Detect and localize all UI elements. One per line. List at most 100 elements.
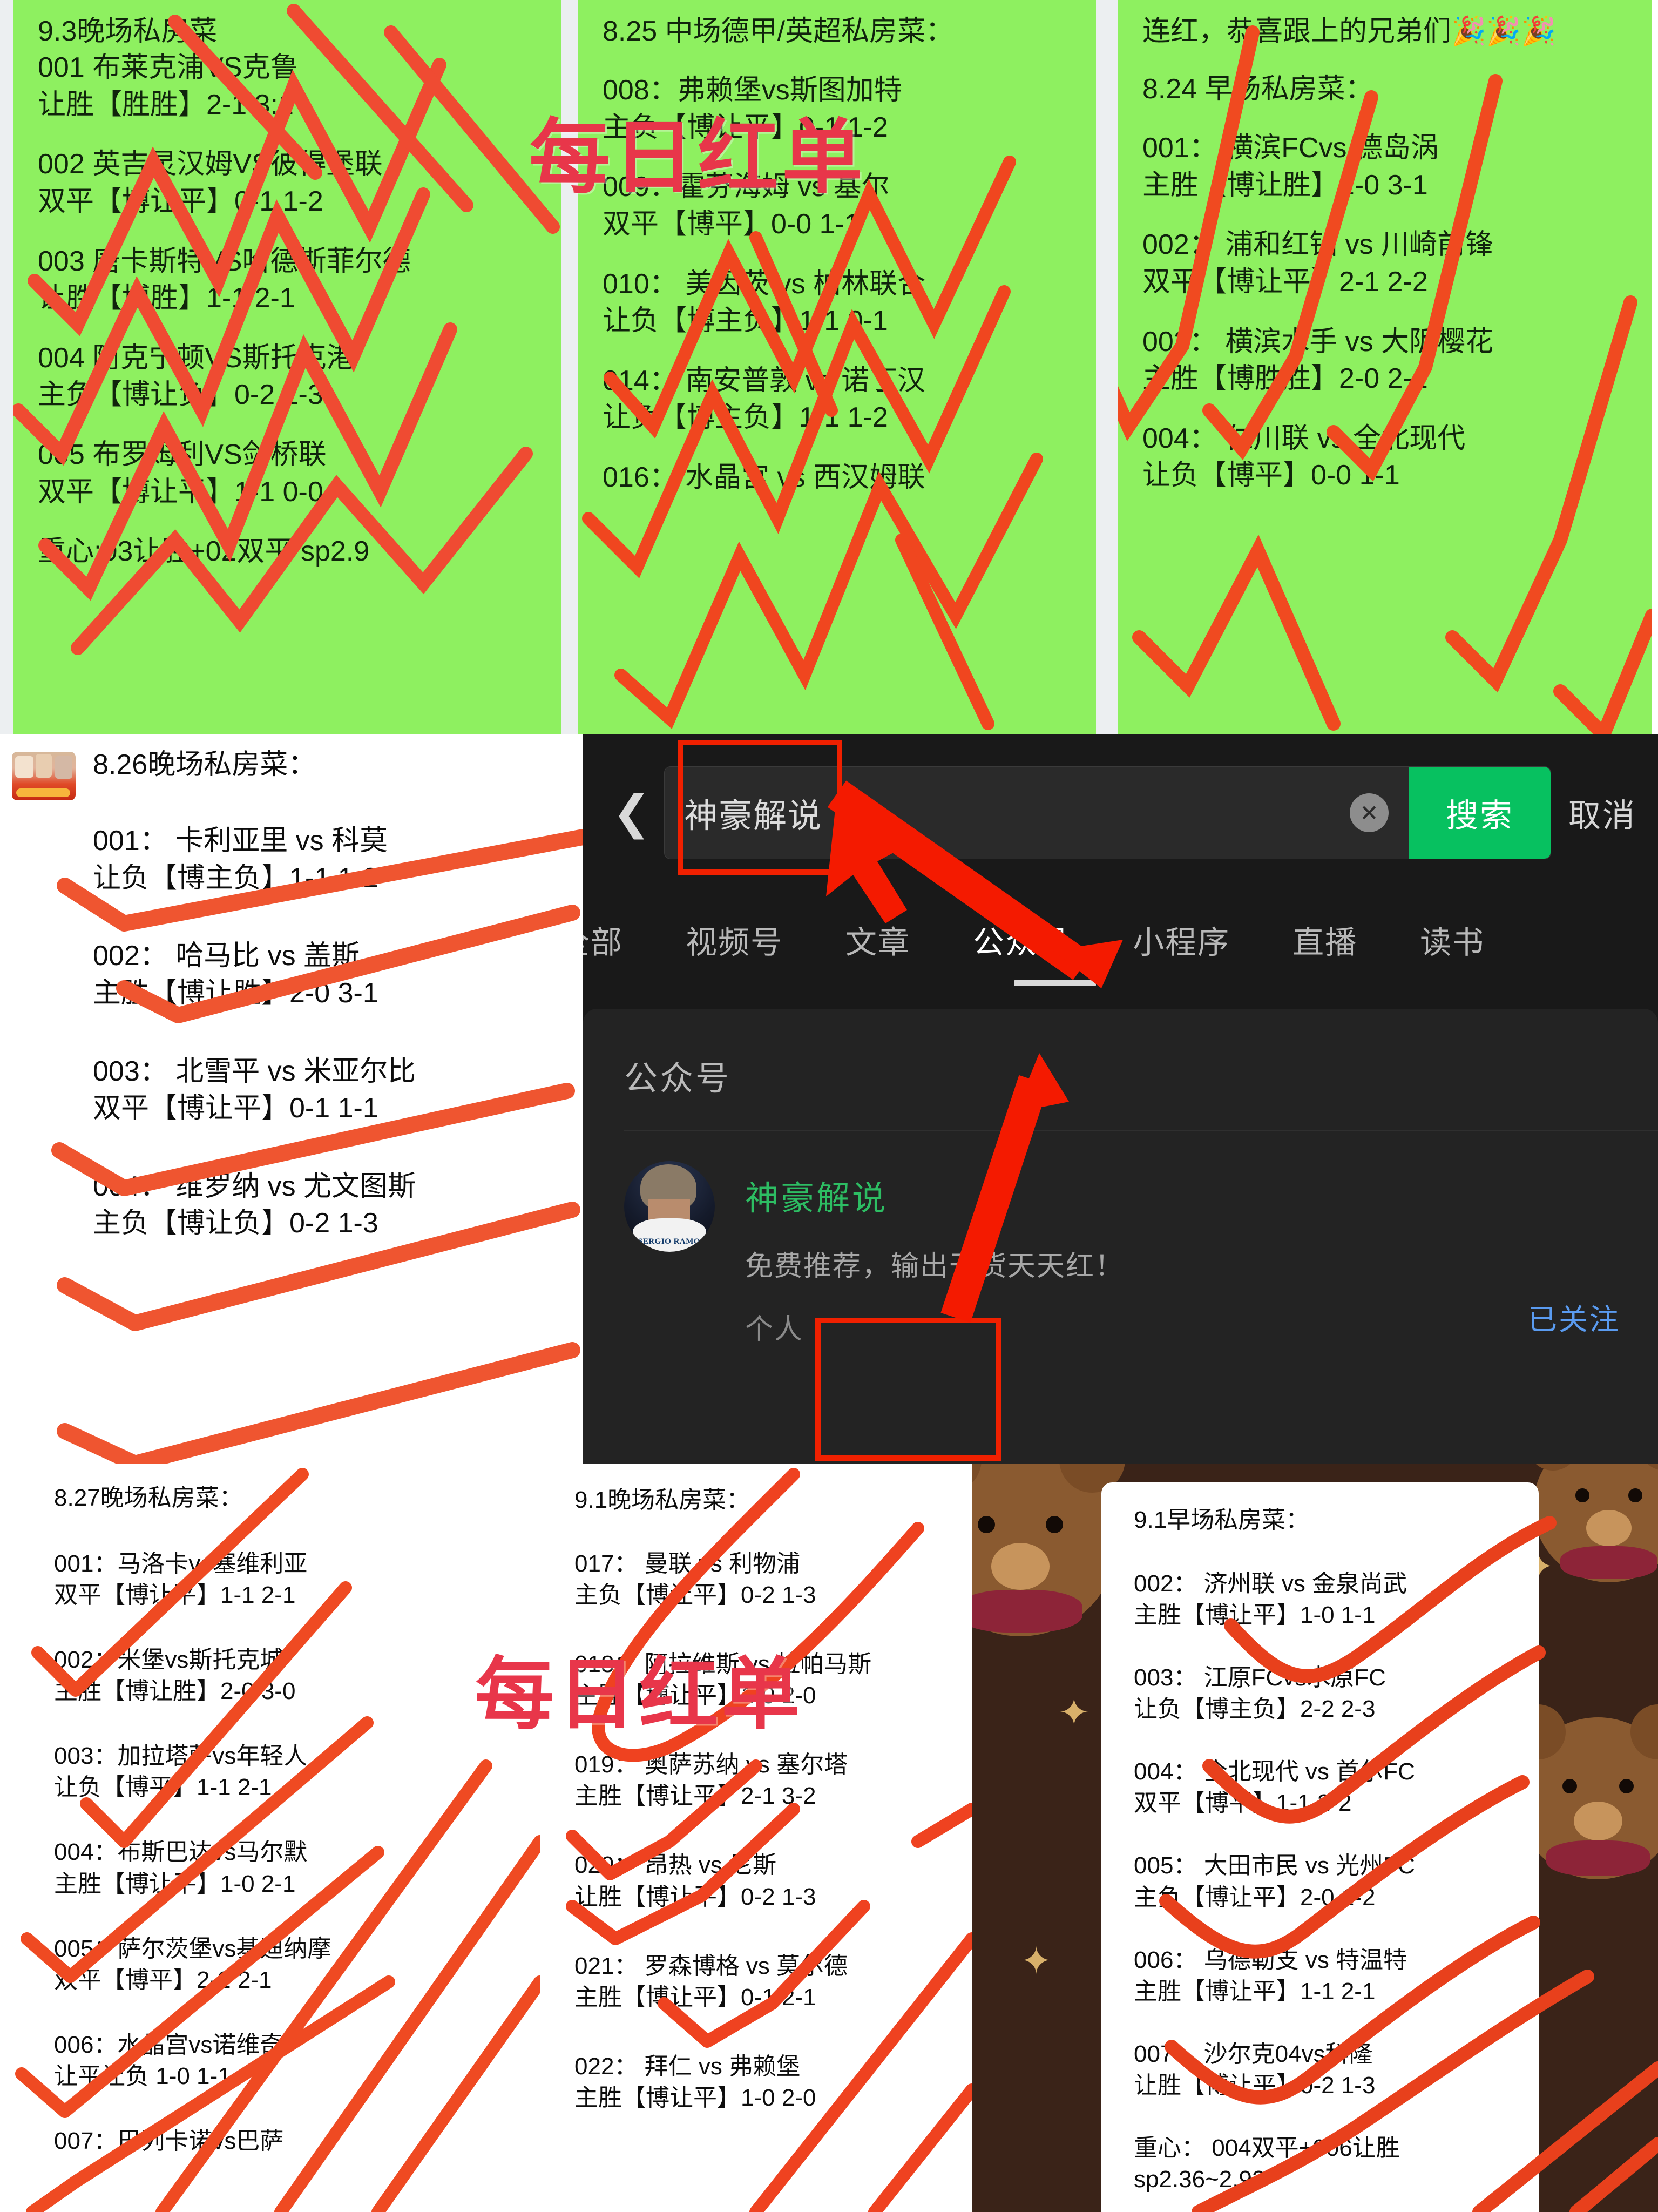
pick-line: 主胜【博胜胜】2-0 2-1 bbox=[1142, 363, 1428, 395]
panel-title: 8.24 早场私房菜： bbox=[1142, 73, 1373, 105]
panel-footer: 重心:03让胜+02双平 sp2.9 bbox=[38, 536, 370, 568]
account-type: 个人 bbox=[745, 1314, 804, 1345]
food-thumbnail bbox=[12, 752, 76, 800]
pick-line: 主负【博让负】0-2 1-3 bbox=[93, 1208, 378, 1239]
cancel-button[interactable]: 取消 bbox=[1561, 790, 1642, 837]
panel-footer-line-1: 重心： 004双平+006让胜 bbox=[1134, 2134, 1400, 2161]
pick-line: 主胜【博让平】1-0 2-0 bbox=[574, 2084, 816, 2111]
avatar-badge-text: SERGIO RAMOS bbox=[638, 1237, 705, 1246]
pick-line: 让负【博主负】1-1 0-1 bbox=[603, 305, 888, 337]
panel-title: 8.25 中场德甲/英超私房菜： bbox=[603, 16, 954, 47]
match-line: 005：萨尔茨堡vs基迪纳摩 bbox=[54, 1935, 331, 1962]
match-line: 022： 拜仁 vs 弗赖堡 bbox=[574, 2053, 801, 2080]
match-line: 003： 江原FCvs水原FC bbox=[1134, 1664, 1386, 1691]
search-input[interactable]: 神豪解说 ✕ 搜索 bbox=[664, 766, 1551, 859]
pick-line: 双平【博平】2-2 2-1 bbox=[54, 1966, 272, 1993]
pick-line: 让负【博主负】2-2 2-3 bbox=[1134, 1696, 1376, 1723]
screenshot-collage: 9.3晚场私房菜 001 布莱克浦VS克鲁 让胜【胜胜】2-1 3:1 002 … bbox=[0, 0, 1658, 2212]
match-line: 004： 维罗纳 vs 尤文图斯 bbox=[93, 1170, 416, 1202]
match-line: 002： 浦和红钻 vs 川崎前锋 bbox=[1142, 229, 1494, 261]
match-line: 007： 沙尔克04vs科隆 bbox=[1134, 2040, 1373, 2067]
match-line: 006：水晶宫vs诺维奇 bbox=[54, 2031, 284, 2058]
search-bar-row: ❮ 神豪解说 ✕ 搜索 取消 bbox=[583, 734, 1658, 891]
clear-icon[interactable]: ✕ bbox=[1350, 793, 1389, 832]
panel-9-1-evening: 9.1晚场私房菜： 017： 曼联 vs 利物浦 主负【博让平】0-2 1-3 … bbox=[540, 1464, 972, 2212]
top-row-gap-left bbox=[0, 0, 13, 734]
panel-8-26-evening: 8.26晚场私房菜： 001： 卡利亚里 vs 科莫 让负【博主负】1-1 1-… bbox=[0, 734, 583, 1464]
match-line: 014： 南安普敦 vs 诺丁汉 bbox=[603, 365, 926, 396]
search-result-row[interactable]: SERGIO RAMOS 神豪解说 免费推荐，输出干货天天红！ 个人 已关注 bbox=[583, 1131, 1658, 1347]
top-row-gap-2 bbox=[1096, 0, 1118, 734]
back-chevron-icon[interactable]: ❮ bbox=[599, 790, 664, 836]
match-line: 003： 北雪平 vs 米亚尔比 bbox=[93, 1055, 416, 1087]
match-line: 002：米堡vs斯托克城 bbox=[54, 1647, 284, 1674]
watermark-daily-red: 每日红单 bbox=[475, 1649, 803, 1741]
pick-line: 主胜【博让平】1-0 1-1 bbox=[1134, 1602, 1376, 1629]
pick-line: 让胜【胜胜】2-1 3:1 bbox=[38, 89, 294, 120]
panel-title: 9.1早场私房菜： bbox=[1134, 1507, 1310, 1533]
tab-articles[interactable]: 文章 bbox=[814, 917, 942, 962]
match-line: 001 布莱克浦VS克鲁 bbox=[38, 52, 299, 83]
tab-all[interactable]: 全部 bbox=[583, 917, 654, 962]
match-line: 003： 横滨水手 vs 大阪樱花 bbox=[1142, 326, 1494, 358]
pick-line: 双平【博让平】0-1 1-1 bbox=[93, 1092, 378, 1124]
wechat-search-screen: ❮ 神豪解说 ✕ 搜索 取消 全部 视频号 文章 公众号 小程序 直播 读书 公… bbox=[583, 734, 1658, 1464]
result-info: 神豪解说 免费推荐，输出干货天天红！ 个人 bbox=[715, 1161, 1626, 1347]
match-line: 007：巴列卡诺vs巴萨 bbox=[54, 2127, 284, 2154]
pick-line: 让负【博主负】1-1 1-2 bbox=[93, 862, 378, 894]
pick-line: 让负【博平】1-1 2-1 bbox=[54, 1774, 272, 1801]
pick-line: 让平让负 1-0 1-1 bbox=[54, 2062, 231, 2089]
pick-line: 让负【博主负】1-1 1-2 bbox=[603, 402, 888, 434]
watermark-daily-red: 每日红单 bbox=[529, 111, 867, 205]
panel-title: 9.3晚场私房菜 bbox=[38, 16, 218, 47]
panel-8-27-evening: 8.27晚场私房菜： 001：马洛卡vs塞维利亚 双平【博让平】1-1 2-1 … bbox=[0, 1464, 540, 2212]
pick-line: 双平【博平】0-0 1-1 bbox=[603, 208, 860, 240]
match-line: 004：布斯巴达vs马尔默 bbox=[54, 1839, 308, 1866]
tab-official-accounts[interactable]: 公众号 bbox=[942, 917, 1101, 962]
pick-line: 让胜【博让平】0-2 1-3 bbox=[1134, 2072, 1376, 2099]
pick-line: 让胜【博胜】1-1 2-1 bbox=[38, 282, 295, 314]
match-line: 020： 昂热 vs 尼斯 bbox=[574, 1852, 777, 1879]
match-line: 003 唐卡斯特VS哈德斯菲尔德 bbox=[38, 245, 411, 277]
pick-line: 主负【博让平】2-0 1-2 bbox=[1134, 1884, 1376, 1911]
tab-live[interactable]: 直播 bbox=[1261, 917, 1389, 962]
search-input-value: 神豪解说 bbox=[684, 798, 823, 835]
pick-line: 双平【博让平】1-1 0-0 bbox=[38, 476, 323, 508]
tab-channels[interactable]: 视频号 bbox=[654, 917, 814, 962]
panel-title: 9.1晚场私房菜： bbox=[574, 1487, 750, 1513]
match-line: 003：加拉塔萨vs年轻人 bbox=[54, 1743, 308, 1770]
panel-footer-line-2: sp2.36~2.92 bbox=[1134, 2166, 1266, 2193]
avatar: SERGIO RAMOS bbox=[624, 1161, 715, 1252]
pick-line: 主胜【博让平】1-1 2-1 bbox=[1134, 1978, 1376, 2005]
match-line: 006： 乌德勒支 vs 特温特 bbox=[1134, 1946, 1407, 1973]
tab-mini-programs[interactable]: 小程序 bbox=[1101, 917, 1261, 962]
panel-9-3-evening: 9.3晚场私房菜 001 布莱克浦VS克鲁 让胜【胜胜】2-1 3:1 002 … bbox=[13, 0, 561, 734]
match-line: 021： 罗森博格 vs 莫尔德 bbox=[574, 1952, 848, 1979]
pick-line: 让胜【博让平】0-2 1-3 bbox=[574, 1883, 816, 1910]
match-line: 002 英吉灵汉姆VS彼得堡联 bbox=[38, 149, 383, 180]
pick-line: 双平【博平】1-1 2-2 bbox=[1134, 1790, 1352, 1817]
search-button[interactable]: 搜索 bbox=[1409, 767, 1551, 859]
tab-reading[interactable]: 读书 bbox=[1389, 917, 1516, 962]
panel-8-24-morning: 连红，恭喜跟上的兄弟们🎉🎉🎉 8.24 早场私房菜： 001： 横滨FCvs 德… bbox=[1118, 0, 1652, 734]
results-section-header: 公众号 bbox=[624, 1060, 732, 1097]
match-line: 019： 奥萨苏纳 vs 塞尔塔 bbox=[574, 1751, 848, 1778]
account-name[interactable]: 神豪解说 bbox=[745, 1171, 1626, 1219]
panel-title: 8.26晚场私房菜： bbox=[93, 749, 316, 780]
account-description: 免费推荐，输出干货天天红！ bbox=[745, 1251, 1125, 1282]
pick-line: 主负【博让负】0-2 1-3 bbox=[38, 379, 323, 411]
match-line: 017： 曼联 vs 利物浦 bbox=[574, 1550, 801, 1577]
search-results-card: 公众号 SERGIO RAMOS 神豪解说 免费推荐，输出干货天天红！ 个人 已… bbox=[583, 1009, 1658, 1464]
pick-line: 双平【博让平】0-1 1-2 bbox=[38, 185, 323, 217]
pick-line: 主胜【博让平】2-1 3-2 bbox=[574, 1783, 816, 1810]
match-line: 002： 哈马比 vs 盖斯 bbox=[93, 940, 360, 972]
pick-line: 主胜【博让胜】2-0 3-0 bbox=[54, 1678, 296, 1705]
panel-headline: 连红，恭喜跟上的兄弟们🎉🎉🎉 bbox=[1142, 16, 1557, 47]
follow-status-badge[interactable]: 已关注 bbox=[1528, 1296, 1620, 1338]
match-line: 001： 卡利亚里 vs 科莫 bbox=[93, 825, 388, 857]
panel-9-1-morning: 9.1早场私房菜： 002： 济州联 vs 金泉尚武 主胜【博让平】1-0 1-… bbox=[1101, 1482, 1539, 2212]
match-line: 002： 济州联 vs 金泉尚武 bbox=[1134, 1570, 1407, 1597]
search-category-tabs: 全部 视频号 文章 公众号 小程序 直播 读书 bbox=[583, 891, 1658, 988]
match-line: 004： 全北现代 vs 首尔FC bbox=[1134, 1758, 1415, 1785]
match-line: 004 阿克宁顿VS斯托克港 bbox=[38, 342, 355, 374]
